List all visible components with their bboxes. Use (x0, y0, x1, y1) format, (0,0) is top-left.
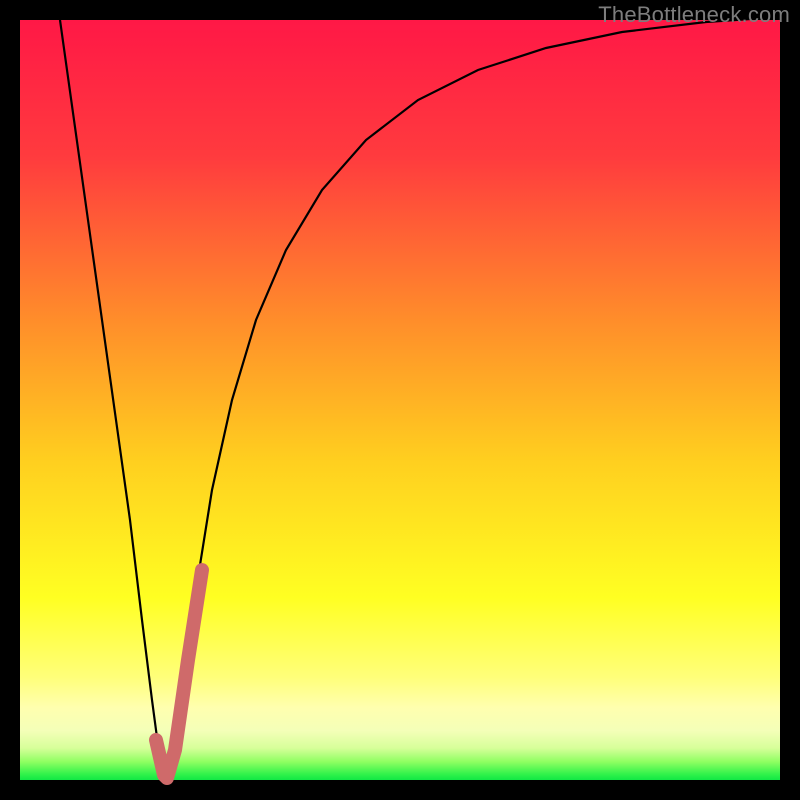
chart-stage: TheBottleneck.com (0, 0, 800, 800)
bottleneck-chart (0, 0, 800, 800)
plot-background (20, 20, 780, 780)
watermark-text: TheBottleneck.com (598, 2, 790, 28)
